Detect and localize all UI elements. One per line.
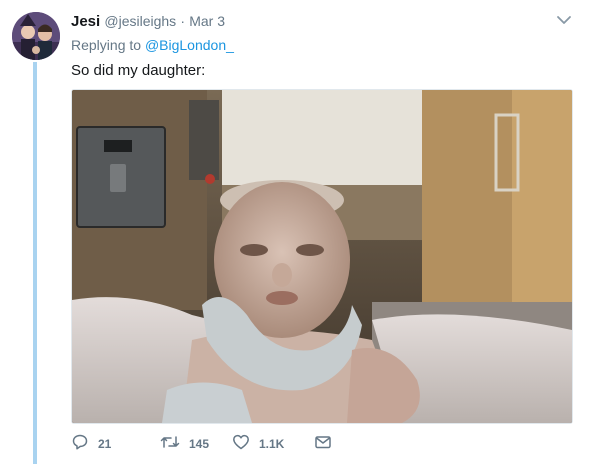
heart-icon bbox=[232, 433, 250, 456]
reply-count: 21 bbox=[98, 437, 112, 451]
retweet-button[interactable]: 145 bbox=[160, 434, 209, 454]
newborn-photo bbox=[72, 90, 572, 423]
retweet-count: 145 bbox=[189, 437, 210, 451]
avatar-photo bbox=[12, 12, 60, 60]
tweet-text: So did my daughter: bbox=[71, 62, 206, 79]
like-button[interactable]: 1.1K bbox=[232, 434, 284, 454]
retweet-icon bbox=[160, 433, 180, 456]
author-name[interactable]: Jesi bbox=[71, 13, 100, 30]
replying-to-label: Replying to bbox=[71, 37, 142, 53]
reply-button[interactable]: 21 bbox=[71, 434, 111, 454]
direct-message-button[interactable] bbox=[314, 434, 332, 454]
tweet-header: Jesi @jesileighs · Mar 3 bbox=[71, 11, 225, 32]
tweet-photo[interactable] bbox=[71, 89, 573, 424]
avatar[interactable] bbox=[12, 12, 60, 60]
replying-to-line: Replying to @BigLondon_ bbox=[71, 37, 234, 53]
replying-to-mention[interactable]: @BigLondon_ bbox=[145, 37, 234, 53]
separator-dot: · bbox=[180, 13, 186, 29]
author-handle[interactable]: @jesileighs bbox=[104, 13, 176, 29]
reply-icon bbox=[71, 433, 89, 456]
chevron-down-icon[interactable] bbox=[554, 10, 574, 30]
tweet-date[interactable]: Mar 3 bbox=[189, 13, 225, 29]
like-count: 1.1K bbox=[259, 437, 285, 451]
tweet-actions: 21 145 1.1K bbox=[71, 434, 551, 454]
envelope-icon bbox=[314, 433, 332, 456]
thread-line bbox=[33, 62, 37, 464]
tweet[interactable]: Jesi @jesileighs · Mar 3 Replying to @Bi… bbox=[0, 0, 600, 464]
